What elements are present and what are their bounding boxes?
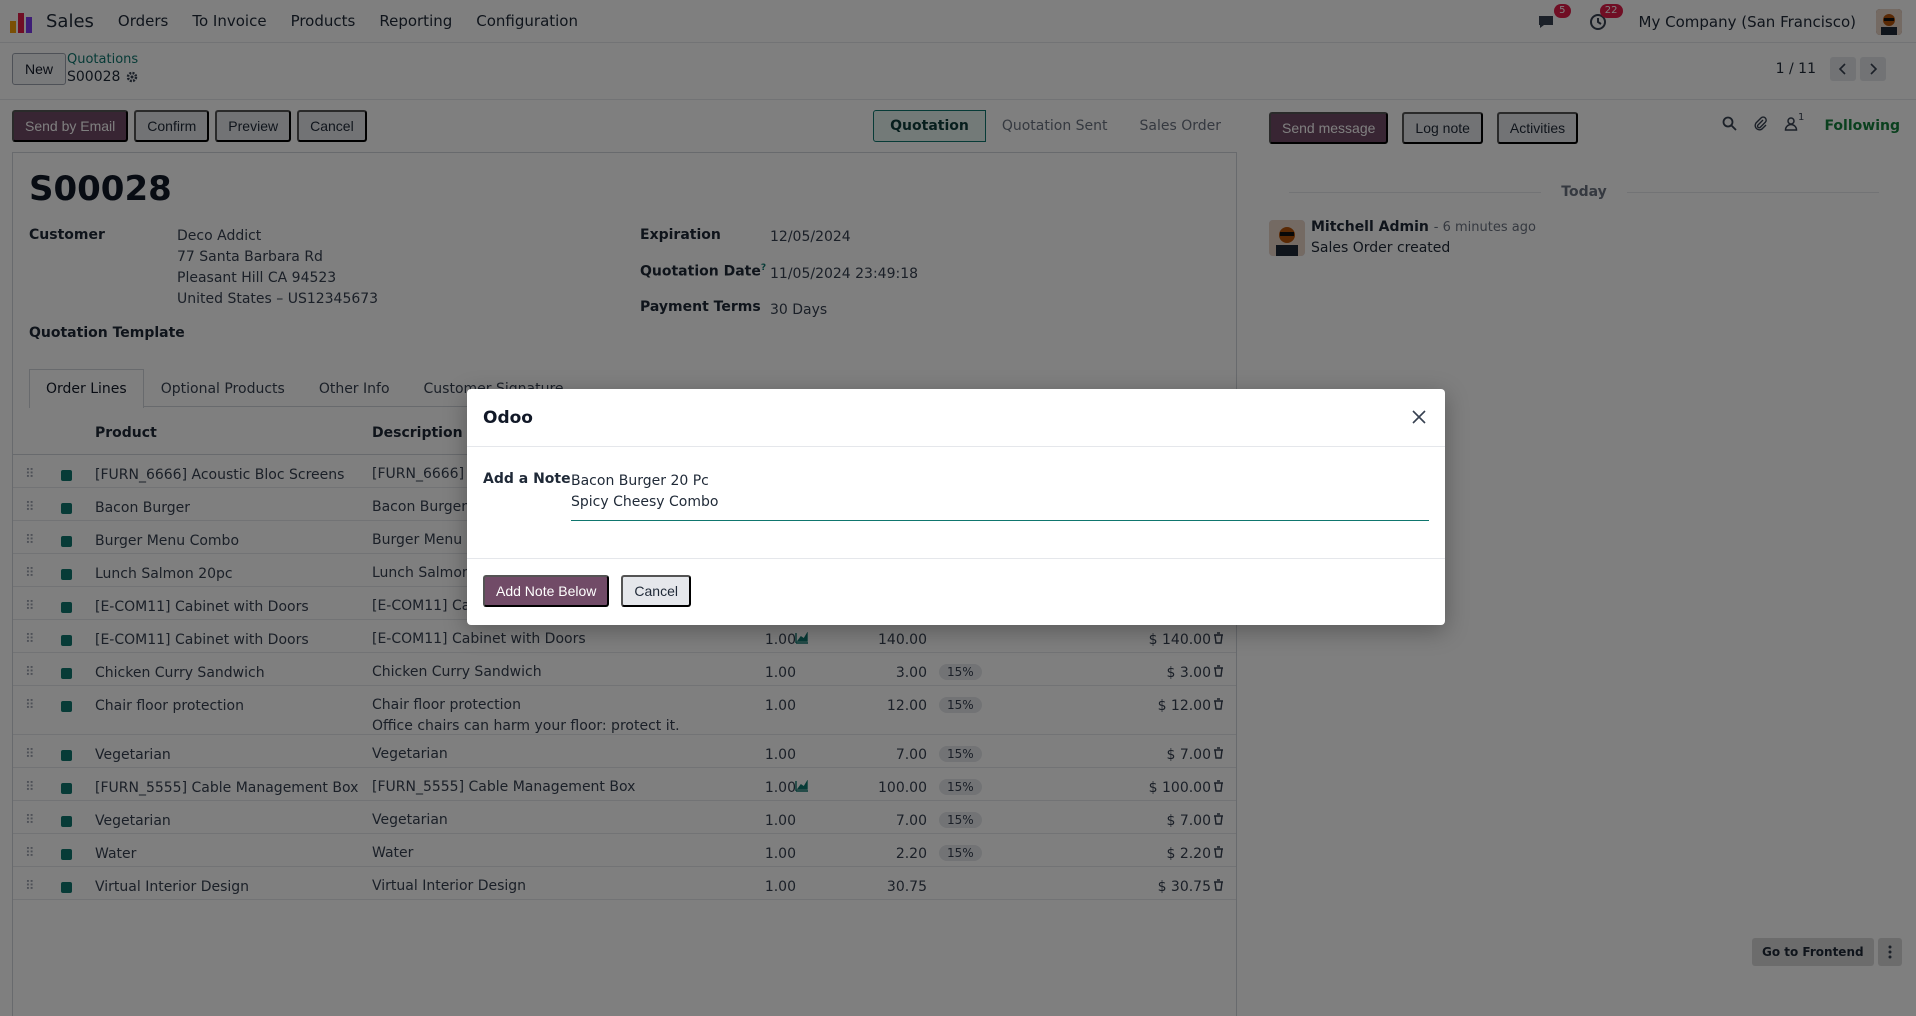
dialog-footer: Add Note Below Cancel [467, 559, 1445, 623]
note-label: Add a Note [483, 471, 571, 487]
dialog-header: Odoo [467, 389, 1445, 447]
add-note-below-button[interactable]: Add Note Below [483, 575, 610, 607]
dialog-cancel-button[interactable]: Cancel [621, 575, 691, 607]
add-note-dialog: Odoo Add a Note Add Note Below Cancel [467, 389, 1445, 625]
close-icon [1412, 410, 1426, 424]
dialog-title: Odoo [483, 407, 533, 428]
dialog-body: Add a Note [467, 447, 1445, 559]
dialog-close-button[interactable] [1407, 405, 1431, 429]
note-textarea[interactable] [571, 471, 1429, 521]
